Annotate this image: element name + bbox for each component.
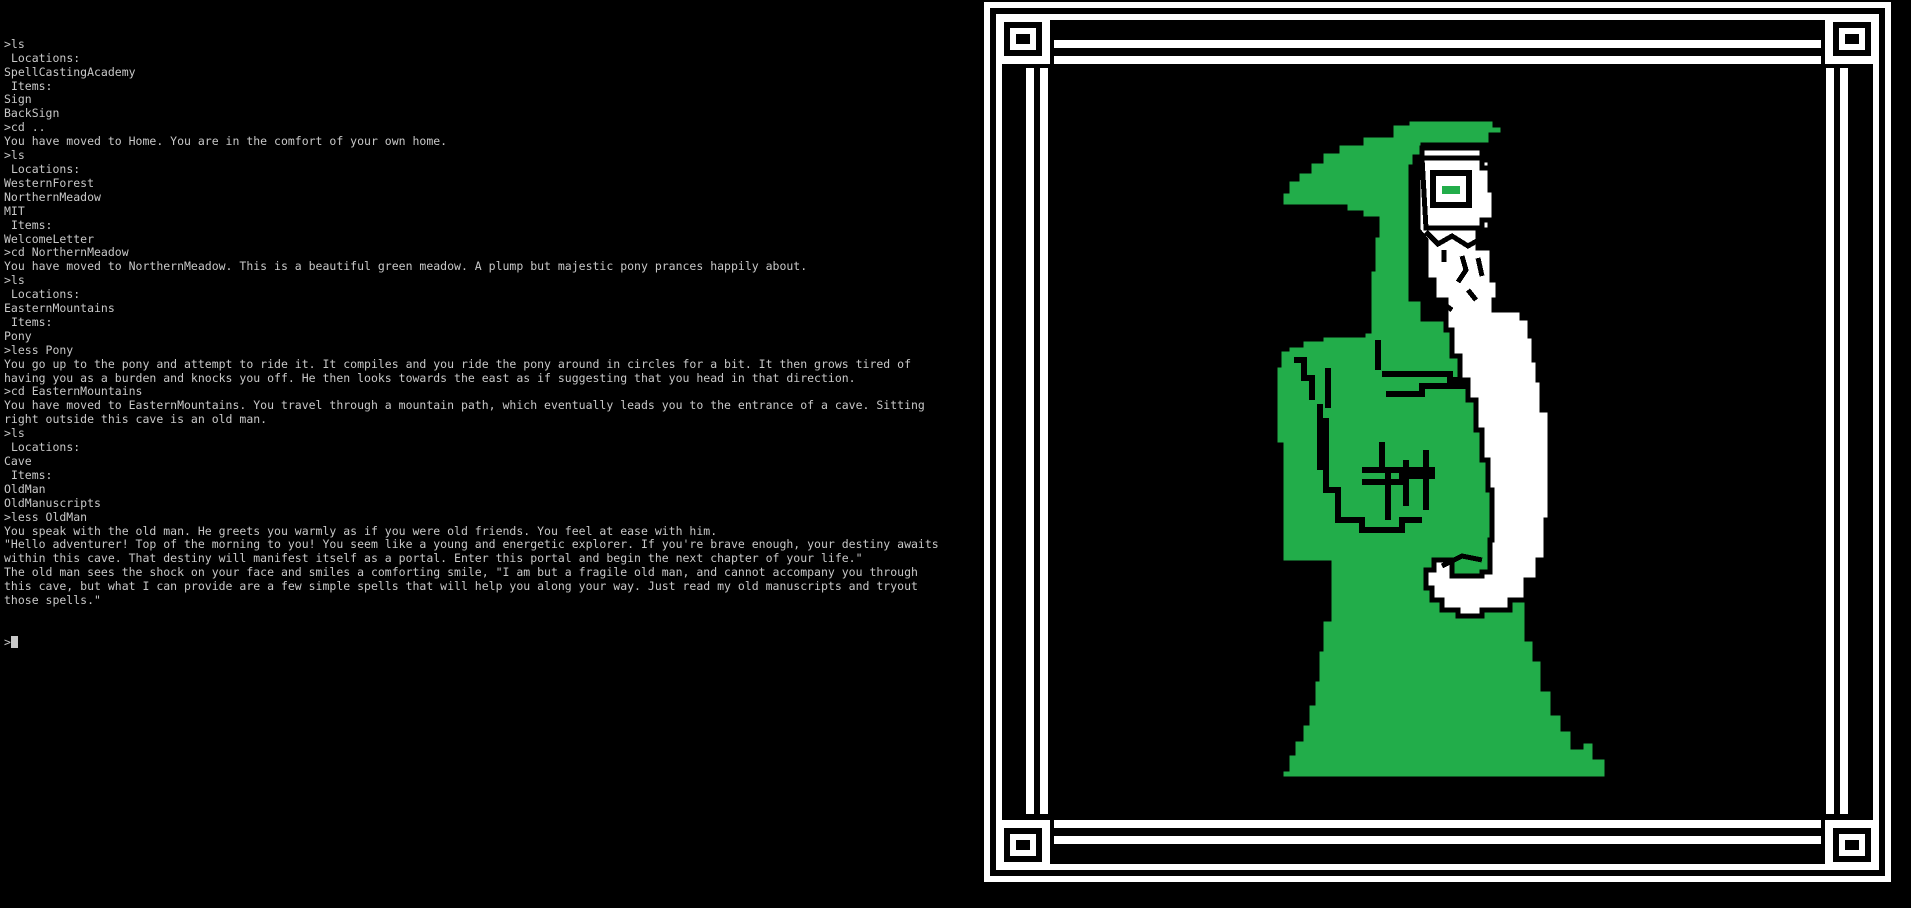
command-line: >cd NorthernMeadow <box>4 245 129 260</box>
corner-knot-bottom-left <box>996 820 1050 870</box>
command-line: >ls <box>4 273 25 288</box>
output-line: Locations: <box>4 50 81 65</box>
output-line: WesternForest <box>4 175 95 190</box>
wizard-eye <box>1442 186 1460 194</box>
output-line: Items: <box>4 314 53 329</box>
output-line: Pony <box>4 328 32 343</box>
command-line: >ls <box>4 148 25 163</box>
output-line: "Hello adventurer! Top of the morning to… <box>4 537 939 552</box>
output-line: those spells." <box>4 593 101 608</box>
output-line: Locations: <box>4 440 81 455</box>
output-line: SpellCastingAcademy <box>4 64 136 79</box>
output-line: OldManuscripts <box>4 495 101 510</box>
command-line: >less OldMan <box>4 509 88 524</box>
output-line: within this cave. That destiny will mani… <box>4 551 863 566</box>
corner-knot-top-right <box>1825 14 1879 64</box>
command-prompt[interactable]: > <box>4 634 964 650</box>
corner-knot-top-left <box>996 14 1050 64</box>
output-line: this cave, but what I can provide are a … <box>4 579 918 594</box>
output-line: You speak with the old man. He greets yo… <box>4 523 718 538</box>
output-line: You have moved to EasternMountains. You … <box>4 398 925 413</box>
output-line: You have moved to Home. You are in the c… <box>4 134 448 149</box>
command-line: >cd EasternMountains <box>4 384 143 399</box>
output-line: having you as a burden and knocks you of… <box>4 370 856 385</box>
command-line: >ls <box>4 426 25 441</box>
output-line: MIT <box>4 203 25 218</box>
output-line: Sign <box>4 92 32 107</box>
corner-knot-bottom-right <box>1825 820 1879 870</box>
portrait-svg <box>984 2 1891 882</box>
command-line: >less Pony <box>4 342 74 357</box>
output-line: You have moved to NorthernMeadow. This i… <box>4 259 808 274</box>
cursor-caret <box>10 635 18 648</box>
output-line: Locations: <box>4 161 81 176</box>
output-line: The old man sees the shock on your face … <box>4 565 918 580</box>
prompt-symbol: > <box>4 634 11 649</box>
command-line: >ls <box>4 36 25 51</box>
output-line: Cave <box>4 454 32 468</box>
command-line: >cd .. <box>4 120 46 135</box>
output-line: Items: <box>4 467 53 482</box>
output-line: Items: <box>4 78 53 93</box>
terminal-output[interactable]: >ls Locations: SpellCastingAcademy Items:… <box>4 10 964 900</box>
output-line: NorthernMeadow <box>4 189 101 204</box>
character-portrait-panel <box>982 0 1897 886</box>
output-line: WelcomeLetter <box>4 231 95 246</box>
output-line: right outside this cave is an old man. <box>4 412 268 427</box>
output-line: BackSign <box>4 106 60 121</box>
output-line: EasternMountains <box>4 301 115 316</box>
output-line: Items: <box>4 217 53 232</box>
terminal-lines: >ls Locations: SpellCastingAcademy Items:… <box>4 36 964 608</box>
output-line: You go up to the pony and attempt to rid… <box>4 356 911 371</box>
output-line: Locations: <box>4 287 81 302</box>
output-line: OldMan <box>4 481 46 496</box>
